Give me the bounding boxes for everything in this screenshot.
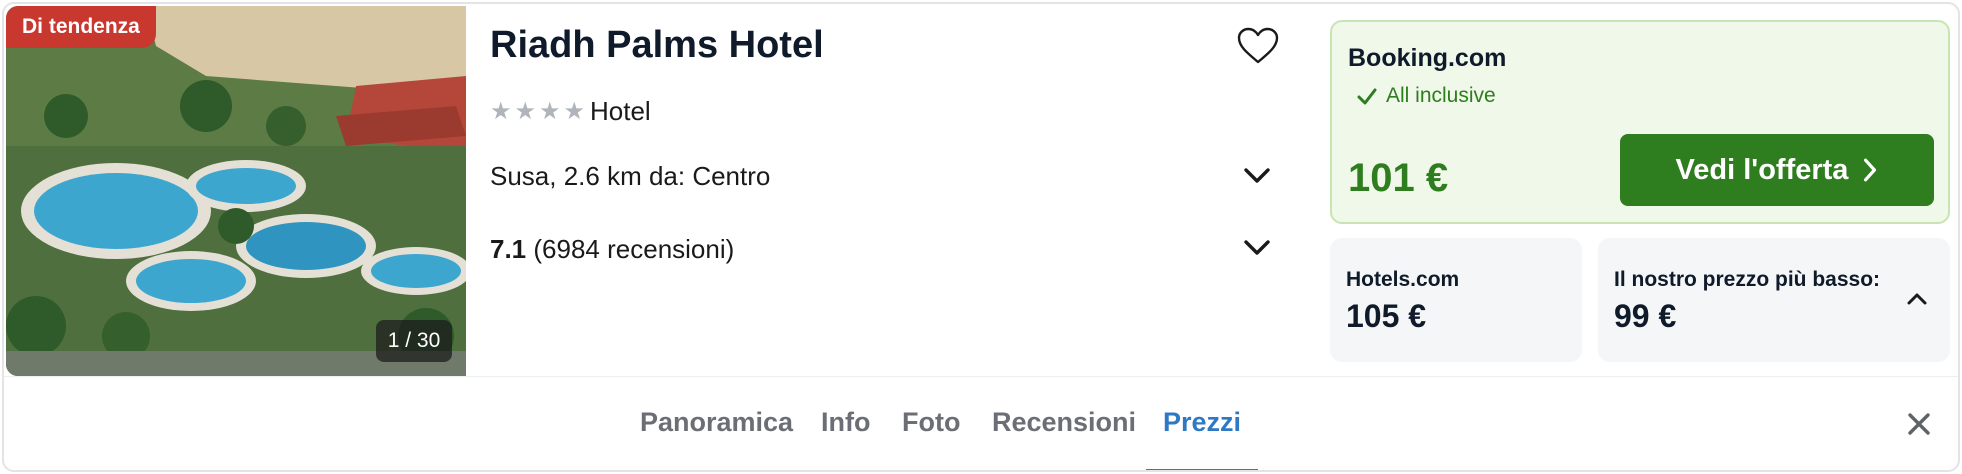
deal-provider: Booking.com — [1348, 44, 1507, 72]
offer-price: 105 € — [1346, 298, 1427, 334]
active-tab-indicator — [1146, 469, 1258, 470]
accommodation-type: Hotel — [590, 96, 651, 126]
check-icon — [1357, 88, 1377, 105]
heart-outline-icon — [1237, 27, 1279, 64]
star-icon: ★ — [539, 98, 561, 125]
deal-price: 101 € — [1348, 156, 1449, 200]
offer-card[interactable]: Hotels.com 105 € — [1330, 238, 1582, 362]
chevron-up-icon — [1907, 293, 1927, 305]
star-icon: ★ — [490, 98, 512, 125]
star-icon: ★ — [514, 98, 537, 125]
location-expand-button[interactable] — [1240, 159, 1274, 193]
location-text[interactable]: Susa, 2.6 km da: Centro — [490, 161, 770, 192]
hotel-name[interactable]: Riadh Palms Hotel — [490, 24, 824, 67]
star-rating: ★ ★ ★ ★ — [490, 100, 585, 124]
close-button[interactable] — [1904, 409, 1934, 439]
offer-provider: Il nostro prezzo più basso: — [1614, 268, 1881, 291]
deal-feature: All inclusive — [1356, 84, 1496, 108]
tab-prices[interactable]: Prezzi — [1163, 407, 1241, 438]
hotel-photo[interactable]: Di tendenza 1 / 30 — [6, 6, 466, 376]
star-icon: ★ — [563, 98, 586, 125]
rating-score: 7.1 — [490, 234, 527, 264]
tab-overview[interactable]: Panoramica — [640, 407, 793, 438]
tab-reviews[interactable]: Recensioni — [992, 407, 1136, 438]
view-offer-label: Vedi l'offerta — [1675, 153, 1849, 186]
chevron-down-icon — [1244, 240, 1270, 255]
close-icon — [1908, 413, 1930, 435]
featured-deal: Booking.com All inclusive 101 € Vedi l'o… — [1330, 20, 1950, 224]
tab-photos[interactable]: Foto — [902, 407, 960, 438]
rating-expand-button[interactable] — [1240, 231, 1274, 265]
view-offer-button[interactable]: Vedi l'offerta — [1620, 134, 1934, 206]
review-rating[interactable]: 7.1 (6984 recensioni) — [490, 234, 734, 265]
chevron-down-icon — [1244, 168, 1270, 183]
collapse-offers-button[interactable] — [1904, 286, 1930, 312]
offer-provider: Hotels.com — [1346, 268, 1460, 291]
hotel-result-card: Di tendenza 1 / 30 Riadh Palms Hotel ★ ★… — [2, 2, 1960, 472]
offer-price: 99 € — [1614, 298, 1677, 334]
review-count: (6984 recensioni) — [533, 234, 735, 264]
lowest-price-card[interactable]: Il nostro prezzo più basso: 99 € — [1598, 238, 1950, 362]
detail-tabs-bar: Panoramica Info Foto Recensioni Prezzi — [4, 376, 1958, 470]
trending-badge: Di tendenza — [6, 6, 156, 48]
photo-counter: 1 / 30 — [376, 320, 452, 362]
detail-tabs: Panoramica Info Foto Recensioni Prezzi — [4, 377, 1958, 470]
deal-feature-label: All inclusive — [1386, 84, 1496, 107]
favorite-button[interactable] — [1236, 26, 1280, 66]
tab-info[interactable]: Info — [821, 407, 870, 438]
chevron-right-icon — [1864, 158, 1877, 182]
